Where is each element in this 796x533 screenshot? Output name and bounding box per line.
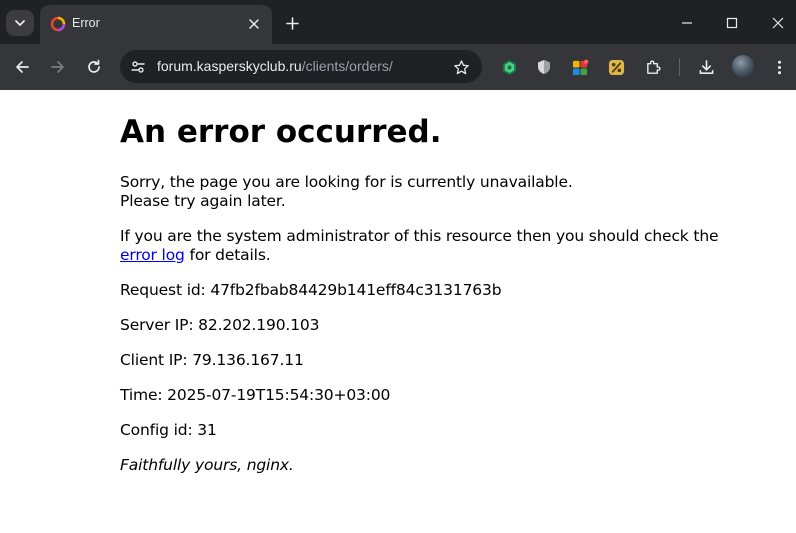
toolbar-divider <box>679 58 680 76</box>
color-blocks-icon <box>572 59 588 75</box>
page-content: An error occurred. Sorry, the page you a… <box>120 90 760 475</box>
tab-search-button[interactable] <box>6 10 34 36</box>
extension-button[interactable] <box>569 56 591 78</box>
page-title: An error occurred. <box>120 114 442 150</box>
chevron-down-icon <box>15 20 25 26</box>
reload-button[interactable] <box>79 52 109 82</box>
download-icon <box>699 59 713 74</box>
error-message-line: Please try again later. <box>120 192 286 210</box>
colorful-ring-icon <box>50 16 66 32</box>
maximize-button[interactable] <box>717 8 747 38</box>
maximize-icon <box>726 17 738 29</box>
close-icon <box>772 17 784 29</box>
tab-active[interactable]: Error <box>40 5 272 44</box>
url-text[interactable]: forum.kasperskyclub.ru/clients/orders/ <box>157 58 393 74</box>
error-log-link[interactable]: error log <box>120 246 185 264</box>
tune-icon <box>131 61 145 73</box>
admin-note-text: If you are the system administrator of t… <box>120 227 719 245</box>
star-icon <box>453 59 469 74</box>
extensions-menu-button[interactable] <box>642 56 664 78</box>
shield-gray-icon <box>538 60 550 74</box>
error-message-line: Sorry, the page you are looking for is c… <box>120 173 573 191</box>
bookmark-button[interactable] <box>450 56 472 78</box>
server-ip: Server IP: 82.202.190.103 <box>120 316 320 334</box>
tab-close-button[interactable] <box>244 14 264 34</box>
browser-menu-button[interactable] <box>768 56 790 78</box>
timestamp: Time: 2025-07-19T15:54:30+03:00 <box>120 386 391 404</box>
profile-avatar[interactable] <box>732 55 754 77</box>
address-bar[interactable]: forum.kasperskyclub.ru/clients/orders/ <box>120 50 482 83</box>
request-id: Request id: 47fb2fbab84429b141eff84c3131… <box>120 281 502 299</box>
config-id: Config id: 31 <box>120 421 217 439</box>
shield-green-icon <box>502 59 516 75</box>
arrow-right-icon <box>51 61 64 73</box>
reload-icon <box>88 59 100 73</box>
url-path: /clients/orders/ <box>301 58 393 74</box>
forward-button[interactable] <box>43 52 73 82</box>
admin-note-text: for details. <box>189 246 271 264</box>
plus-icon <box>285 16 299 30</box>
kebab-menu-icon <box>777 60 781 74</box>
arrow-left-icon <box>16 61 29 73</box>
extension-button[interactable] <box>605 56 627 78</box>
browser-toolbar: forum.kasperskyclub.ru/clients/orders/ <box>0 44 796 90</box>
close-icon <box>249 19 259 29</box>
extension-button[interactable] <box>498 56 520 78</box>
minimize-button[interactable] <box>672 8 702 38</box>
new-tab-button[interactable] <box>281 12 303 34</box>
admin-note: If you are the system administrator of t… <box>120 227 760 265</box>
puzzle-icon <box>646 59 661 74</box>
back-button[interactable] <box>7 52 37 82</box>
client-ip: Client IP: 79.136.167.11 <box>120 351 304 369</box>
site-info-button[interactable] <box>128 57 148 77</box>
percent-icon <box>608 59 624 75</box>
tab-strip: Error <box>0 0 796 44</box>
error-message: Sorry, the page you are looking for is c… <box>120 173 760 211</box>
tab-title: Error <box>72 16 100 30</box>
signature: Faithfully yours, nginx. <box>120 456 294 474</box>
minimize-icon <box>682 22 692 24</box>
downloads-button[interactable] <box>695 56 717 78</box>
url-host: forum.kasperskyclub.ru <box>157 58 302 74</box>
close-window-button[interactable] <box>763 8 793 38</box>
extension-button[interactable] <box>533 56 555 78</box>
